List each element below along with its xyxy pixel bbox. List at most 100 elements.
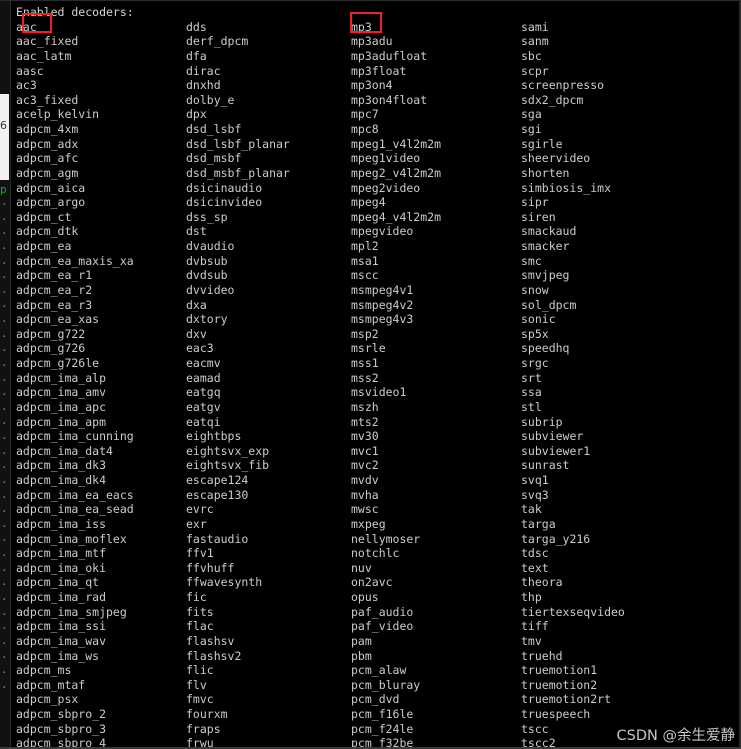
decoder-entry: msmpeg4v2 (351, 297, 414, 312)
background-window-dash: · (1, 636, 8, 650)
decoder-entry: eamad (186, 370, 221, 385)
decoder-entry: mpl2 (351, 239, 379, 253)
decoder-entry: pam (351, 633, 372, 648)
background-window-dash: · (1, 417, 8, 431)
decoder-entry: adpcm_ima_alp (16, 370, 107, 385)
decoder-entry: fastaudio (186, 531, 249, 546)
background-window-dash: · (1, 256, 8, 270)
decoder-entry: aasc (16, 63, 44, 78)
decoder-entry: dxtory (186, 312, 228, 327)
decoder-entry: fmvc (186, 692, 214, 707)
decoder-entry: adpcm_ms (16, 663, 72, 678)
decoder-entry: tmv (521, 633, 542, 648)
decoder-entry: msmpeg4v1 (351, 282, 414, 297)
decoder-entry: mszh (351, 399, 379, 414)
decoder-entry: sol_dpcm (521, 297, 577, 312)
decoder-entry: eatqi (186, 414, 221, 429)
decoder-entry: mpeg1_v4l2m2m (351, 136, 442, 151)
decoder-entry: escape130 (186, 487, 249, 502)
decoder-entry: smvjpeg (521, 268, 570, 283)
decoder-entry: nuv (351, 560, 372, 575)
decoder-entry: pcm_bluray (351, 677, 421, 692)
decoder-entry: pcm_f24le (351, 721, 414, 736)
decoder-entry: eacmv (186, 356, 221, 370)
decoder-entry: fourxm (186, 707, 228, 721)
decoder-entry: mwsc (351, 502, 379, 517)
decoder-entry: dss_sp (186, 209, 228, 224)
decoder-entry: mpeg2_v4l2m2m (351, 165, 442, 180)
decoder-entry: paf_video (351, 619, 414, 634)
decoder-entry: mxpeg (351, 516, 386, 531)
decoder-entry: acelp_kelvin (16, 107, 100, 122)
decoder-entry: smackaud (521, 224, 577, 239)
console-output-area[interactable]: Enabled decoders: aac aac_fixed aac_latm aa… (10, 0, 741, 749)
decoder-entry: msvideo1 (351, 385, 407, 400)
decoder-column-3: sami sanm sbc scpr screenpresso sdx2_dpcm sga s… (521, 20, 721, 749)
background-window-dash: · (1, 578, 8, 592)
window-top-edge (0, 0, 741, 1)
decoder-entry: dsd_lsbf (186, 122, 242, 136)
decoder-entry: mp3 (351, 19, 372, 34)
background-window-dash: · (1, 534, 8, 548)
decoder-entry: sbc (521, 48, 542, 63)
decoder-entry: sami (521, 19, 549, 34)
decoder-entry: adpcm_ima_moflex (16, 531, 127, 546)
decoder-entry: adpcm_ima_ea_sead (16, 502, 134, 517)
decoder-entry: fraps (186, 721, 221, 736)
decoder-entry: targa_y216 (521, 531, 591, 546)
decoder-entry: adpcm_ima_rad (16, 590, 107, 604)
decoder-entry: adpcm_ima_apm (16, 414, 107, 429)
decoder-entry: ffvhuff (186, 560, 235, 575)
terminal-window: 6 p · · · · · · · · · · · · · · · · · · · · · · · · · · · · · · · · · · E… (0, 0, 741, 749)
decoder-entry: dolby_e (186, 92, 235, 107)
background-window-dash: · (1, 315, 8, 328)
decoder-entry: dirac (186, 63, 221, 78)
decoder-entry: derf_dpcm (186, 34, 249, 49)
decoder-entry: adpcm_ima_dk3 (16, 458, 107, 473)
decoder-entry: srgc (521, 356, 549, 370)
decoder-entry: adpcm_ct (16, 209, 72, 224)
background-window-dash: · (1, 388, 8, 402)
decoder-entry: adpcm_ima_smjpeg (16, 604, 127, 619)
decoder-entry: adpcm_ima_dat4 (16, 443, 113, 458)
decoder-entry: escape124 (186, 473, 249, 487)
decoder-entry: dxv (186, 326, 207, 341)
decoder-entry: opus (351, 590, 379, 604)
decoder-entry: mp3on4float (351, 92, 428, 107)
decoder-entry: thp (521, 590, 542, 604)
background-window-dash: · (1, 461, 8, 475)
decoder-entry: adpcm_sbpro_2 (16, 707, 107, 721)
background-window-dash: · (1, 402, 8, 416)
decoder-entry: tiff (521, 619, 549, 634)
background-window-dash: · (1, 622, 8, 636)
decoder-entry: adpcm_agm (16, 165, 79, 180)
decoder-entry: tak (521, 502, 542, 517)
decoder-entry: flashsv2 (186, 648, 242, 663)
decoder-entry: siren (521, 209, 556, 224)
decoder-entry: subviewer (521, 429, 584, 444)
decoder-entry: dsd_msbf (186, 151, 242, 166)
decoder-entry: shorten (521, 165, 570, 180)
decoder-entry: adpcm_dtk (16, 224, 79, 239)
decoder-entry: dsicinvideo (186, 195, 263, 210)
background-window-dash: · (1, 300, 8, 314)
background-window-dash: · (1, 271, 8, 285)
decoder-entry: ac3 (16, 78, 37, 93)
background-window-dash-column: · · · · · · · · · · · · · · · · · · · · · · · · · · · · · · · · · · (1, 198, 9, 695)
decoder-entry: mpegvideo (351, 224, 414, 239)
decoder-entry: sgi (521, 122, 542, 136)
decoder-entry: adpcm_ea_xas (16, 312, 100, 327)
decoder-entry: adpcm_ima_qt (16, 575, 100, 590)
decoder-entry: srt (521, 370, 542, 385)
decoder-entry: sga (521, 107, 542, 122)
decoder-entry: adpcm_ima_ws (16, 648, 100, 663)
decoder-entry: flic (186, 663, 214, 678)
decoder-entry: truehd (521, 648, 563, 663)
background-window-strip[interactable]: 6 p · · · · · · · · · · · · · · · · · · · · · · · · · · · · · · · · · · (0, 0, 10, 749)
decoder-entry: eac3 (186, 341, 214, 356)
decoder-entry: adpcm_aica (16, 180, 86, 195)
decoder-entry: sunrast (521, 458, 570, 473)
decoder-entry: adpcm_ima_wav (16, 633, 107, 648)
decoder-entry: adpcm_ima_ssi (16, 619, 107, 634)
decoder-entry: snow (521, 282, 549, 297)
